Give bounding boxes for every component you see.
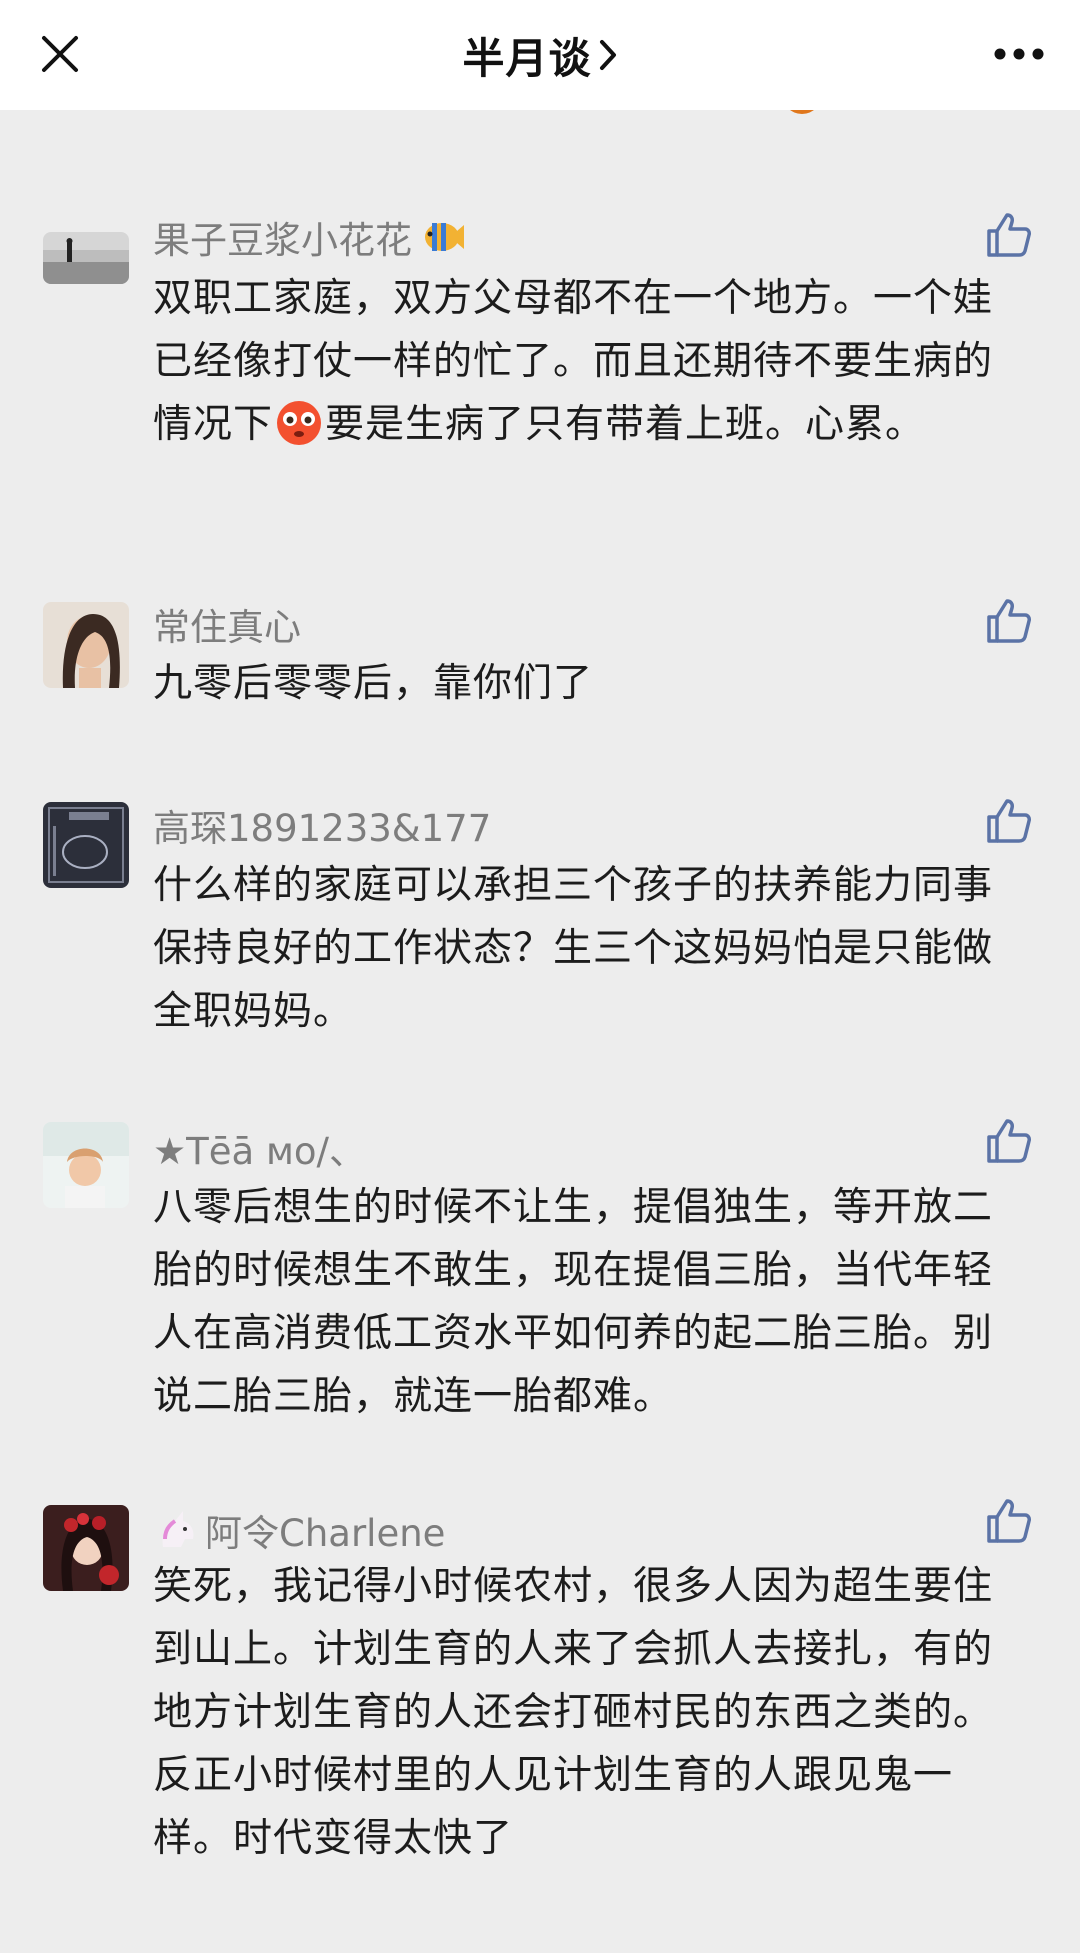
comment-username[interactable]: ★Tēā мo/、 [153,1121,366,1175]
close-button[interactable] [30,24,90,84]
tropical-fish-emoji [425,223,464,251]
comment-text: 九零后零零后，靠你们了 [153,661,594,706]
thumbs-up-icon [987,1499,1031,1543]
thumbs-up-icon [987,1119,1031,1163]
avatar[interactable] [43,602,129,688]
avatar[interactable] [43,232,129,284]
thumbs-up-icon [987,599,1031,643]
flushed-face-emoji [277,401,322,445]
avatar[interactable] [43,1122,129,1208]
avatar[interactable] [43,802,129,888]
page-title: 半月谈 [462,33,592,83]
comment-text: 什么样的家庭可以承担三个孩子的扶养能力同事保持良好的工作状态？生三个这妈妈怕是只… [153,863,994,1034]
comment-username[interactable]: 常住真心 [153,597,301,651]
like-button[interactable] [985,211,1033,259]
avatar[interactable] [43,1505,129,1591]
comment-username[interactable]: 果子豆浆小花花 [153,210,466,264]
thumbs-up-icon [987,213,1031,257]
thumbs-up-icon [987,799,1031,843]
more-button[interactable] [984,24,1054,84]
top-nav-bar: 半月谈 [0,0,1080,110]
like-button[interactable] [985,1117,1033,1165]
like-button[interactable] [985,1497,1033,1545]
account-title-link[interactable]: 半月谈 [462,25,617,86]
like-button[interactable] [985,797,1033,845]
comment-text: 笑死，我记得小时候农村，很多人因为超生要住到山上。计划生育的人来了会抓人去接扎，… [153,1564,994,1861]
chevron-right-icon [599,40,616,70]
comment-text: 八零后想生的时候不让生，提倡独生，等开放二胎的时候想生不敢生，现在提倡三胎，当代… [153,1185,994,1419]
close-icon [42,36,78,72]
comment-username[interactable]: 阿令Charlene [153,1503,445,1557]
like-button[interactable] [985,597,1033,645]
unicorn-emoji [162,1511,194,1547]
comment-username[interactable]: 高琛1891233&177 [153,798,491,852]
comment-text: 双职工家庭，双方父母都不在一个地方。一个娃已经像打仗一样的忙了。而且还期待不要生… [153,276,994,447]
more-dots-icon [994,48,1044,60]
